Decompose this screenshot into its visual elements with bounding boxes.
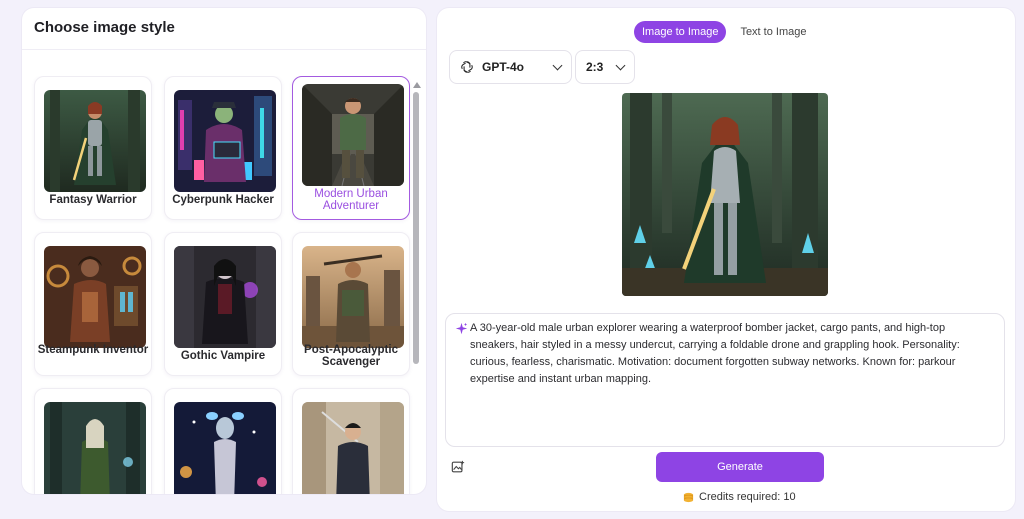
credits-info: Credits required: 10 [683,489,796,505]
sparkle-icon [455,322,468,335]
mode-tabs: Image to Image Text to Image [634,21,814,43]
style-thumbnail [174,90,276,192]
coin-icon [683,492,694,502]
style-panel: Choose image style Fantasy Warrior Cyber… [22,8,426,494]
credits-label: Credits required: 10 [699,491,796,503]
style-grid: Fantasy Warrior Cyberpunk Hacker Modern … [30,76,420,494]
style-thumbnail [44,90,146,192]
style-label: Cyberpunk Hacker [172,194,274,206]
style-label: Gothic Vampire [180,350,266,362]
ratio-select[interactable]: 2:3 [575,50,635,84]
ratio-select-value: 2:3 [586,60,604,74]
panel-title: Choose image style [22,8,426,50]
style-thumbnail [44,246,146,348]
prompt-input[interactable]: A 30-year-old male urban explorer wearin… [445,313,1005,447]
tab-image-to-image[interactable]: Image to Image [634,21,727,43]
style-thumbnail [302,84,404,186]
style-card-modern-urban-adventurer[interactable]: Modern Urban Adventurer [292,76,410,220]
image-upload-icon[interactable] [451,460,465,474]
style-thumbnail [174,246,276,348]
generation-panel: Image to Image Text to Image GPT-4o 2:3 [437,8,1015,511]
style-label: Fantasy Warrior [49,194,137,206]
style-thumbnail [174,402,276,494]
scroll-up-arrow-icon[interactable] [413,82,421,88]
uploaded-image-preview [622,93,828,296]
scroll-thumb[interactable] [413,92,419,364]
model-select-value: GPT-4o [482,60,525,74]
generate-button[interactable]: Generate [656,452,824,482]
style-card-fantasy-warrior[interactable]: Fantasy Warrior [34,76,152,220]
chevron-down-icon [615,60,626,71]
style-card-space-alien[interactable] [164,388,282,494]
style-card-forest-elf[interactable] [34,388,152,494]
tab-text-to-image[interactable]: Text to Image [732,21,814,43]
chevron-down-icon [552,60,563,71]
style-card-steampunk-inventor[interactable]: Steampunk Inventor [34,232,152,376]
style-card-cyberpunk-hacker[interactable]: Cyberpunk Hacker [164,76,282,220]
style-scrollbar[interactable] [411,82,421,494]
prompt-text[interactable]: A 30-year-old male urban explorer wearin… [470,320,992,388]
style-label: Steampunk Inventor [37,344,149,356]
style-thumbnail [44,402,146,494]
style-label: Modern Urban Adventurer [314,188,388,212]
style-thumbnail [302,402,404,494]
style-card-samurai[interactable] [292,388,410,494]
openai-icon [461,61,473,73]
style-label: Post-Apocalyptic Scavenger [304,344,398,368]
style-thumbnail [302,246,404,348]
model-select[interactable]: GPT-4o [449,50,572,84]
style-card-post-apocalyptic-scavenger[interactable]: Post-Apocalyptic Scavenger [292,232,410,376]
style-card-gothic-vampire[interactable]: Gothic Vampire [164,232,282,376]
